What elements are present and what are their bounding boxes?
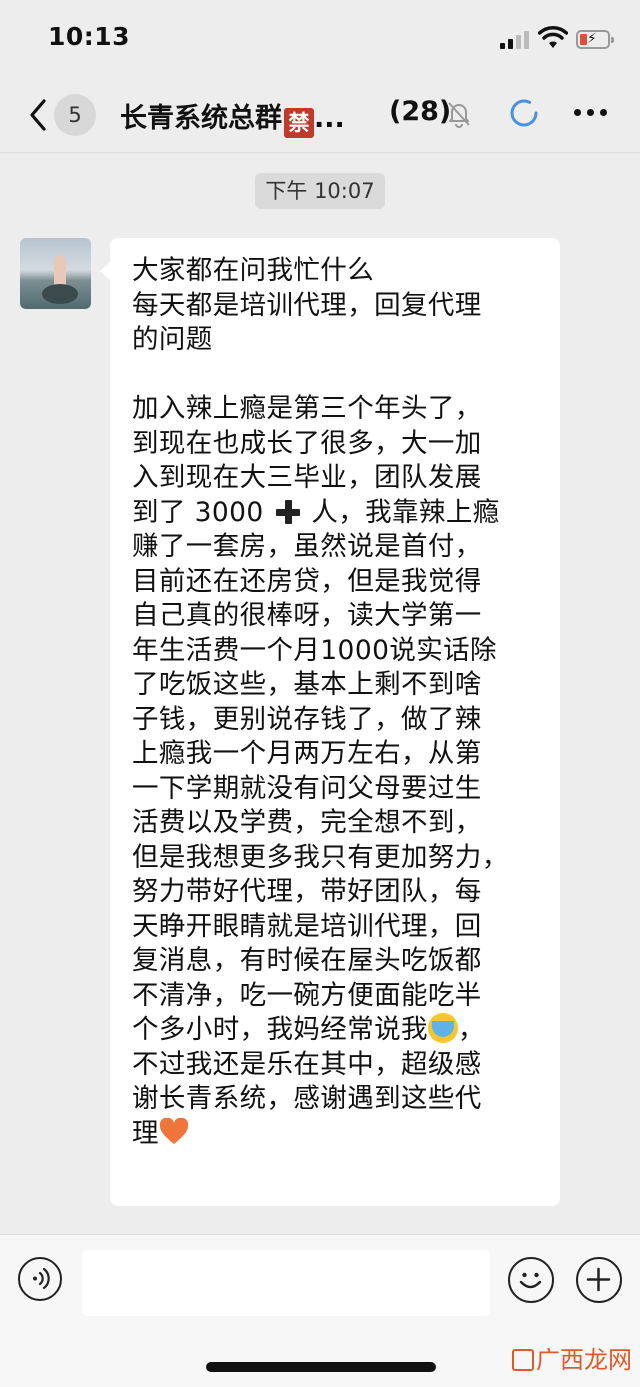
sender-avatar[interactable]: [20, 238, 91, 309]
signal-icon: [500, 31, 532, 49]
message-line: 目前还在还房贷，但是我觉得: [132, 565, 482, 597]
message-line: 大家都在问我忙什么: [132, 255, 375, 286]
watermark-text: 广西龙网: [536, 1346, 632, 1374]
message-line: 但是我想更多我只有更加努力，: [132, 841, 509, 873]
message-line: 复消息，有时候在屋头吃饭都: [132, 945, 482, 976]
message-line: 到了 3000 人，我靠辣上瘾: [132, 496, 544, 531]
message-line: 年生活费一个月1000说实话除: [132, 634, 497, 666]
emoji-icon[interactable]: [508, 1257, 554, 1303]
message-segment: 人，我靠辣上瘾: [311, 496, 500, 528]
message-segment: 到了 3000: [132, 496, 264, 528]
message-line: 入到现在大三毕业，团队发展: [132, 462, 482, 493]
message-line: 的问题: [132, 324, 213, 355]
message-line: 谢长青系统，感谢遇到这些代: [132, 1083, 482, 1114]
message-line: 赚了一套房，虽然说是首付，: [132, 531, 482, 562]
message-segment: 个多小时，我妈经常说我: [132, 1014, 428, 1045]
voice-input-icon[interactable]: [18, 1257, 62, 1301]
member-count: (28): [389, 96, 452, 127]
unread-count-badge[interactable]: 5: [54, 94, 96, 136]
message-line: 一下学期就没有问父母要过生: [132, 772, 482, 804]
message-line: 天睁开眼睛就是培训代理，回: [132, 910, 482, 942]
message-line: 到现在也成长了很多，大一加: [132, 427, 482, 459]
message-line: 努力带好代理，带好团队，每: [132, 876, 482, 907]
message-timestamp: 下午 10:07: [255, 173, 385, 209]
watermark: 广西龙网: [512, 1340, 632, 1375]
orange-heart-emoji-icon: [159, 1117, 189, 1144]
battery-icon: ⚡: [576, 30, 614, 49]
message-line: 不过我还是乐在其中，超级感: [132, 1048, 482, 1080]
status-time: 10:13: [48, 22, 131, 51]
message-line: 了吃饭这些，基本上剩不到啥: [132, 669, 482, 700]
message-bubble[interactable]: 大家都在问我忙什么 每天都是培训代理，回复代理 的问题 加入辣上瘾是第三个年头了…: [110, 238, 560, 1206]
chat-header: 5 长青系统总群禁... (28): [0, 80, 640, 153]
message-line: 个多小时，我妈经常说我 ，: [132, 1013, 544, 1048]
crying-face-emoji-icon: [427, 1013, 458, 1043]
message-line: 不清净，吃一碗方便面能吃半: [132, 979, 482, 1011]
message-line: 加入辣上瘾是第三个年头了，: [132, 393, 482, 424]
message-line: 上瘾我一个月两万左右，从第: [132, 738, 482, 769]
home-indicator[interactable]: [206, 1362, 436, 1372]
message-line: 活费以及学费，完全想不到，: [132, 807, 482, 838]
message-segment: 理: [132, 1117, 159, 1149]
status-bar: 10:13 ⚡: [0, 0, 640, 80]
message-line: 子钱，更别说存钱了，做了辣: [132, 703, 482, 735]
title-ellipsis: ...: [314, 103, 345, 134]
message-text: 大家都在问我忙什么 每天都是培训代理，回复代理 的问题 加入辣上瘾是第三个年头了…: [132, 254, 544, 1151]
wifi-icon: [538, 26, 568, 48]
message-segment: ，: [457, 1014, 485, 1045]
add-attachment-icon[interactable]: [576, 1257, 622, 1303]
watermark-logo-icon: [512, 1349, 534, 1371]
message-input[interactable]: [82, 1250, 490, 1316]
heavy-plus-emoji-icon: [275, 499, 301, 525]
message-line: 理: [132, 1117, 544, 1152]
group-title[interactable]: 长青系统总群禁...: [120, 96, 345, 138]
bubble-tail: [100, 262, 110, 280]
message-line: 每天都是培训代理，回复代理: [132, 289, 482, 321]
loading-spinner-icon: [510, 99, 538, 127]
mute-bell-icon: [448, 102, 470, 128]
group-name: 长青系统总群: [120, 103, 282, 134]
message-line: 自己真的很棒呀，读大学第一: [132, 600, 482, 631]
more-options-icon[interactable]: [574, 106, 610, 118]
ban-badge: 禁: [284, 108, 314, 138]
back-icon[interactable]: [26, 95, 52, 135]
